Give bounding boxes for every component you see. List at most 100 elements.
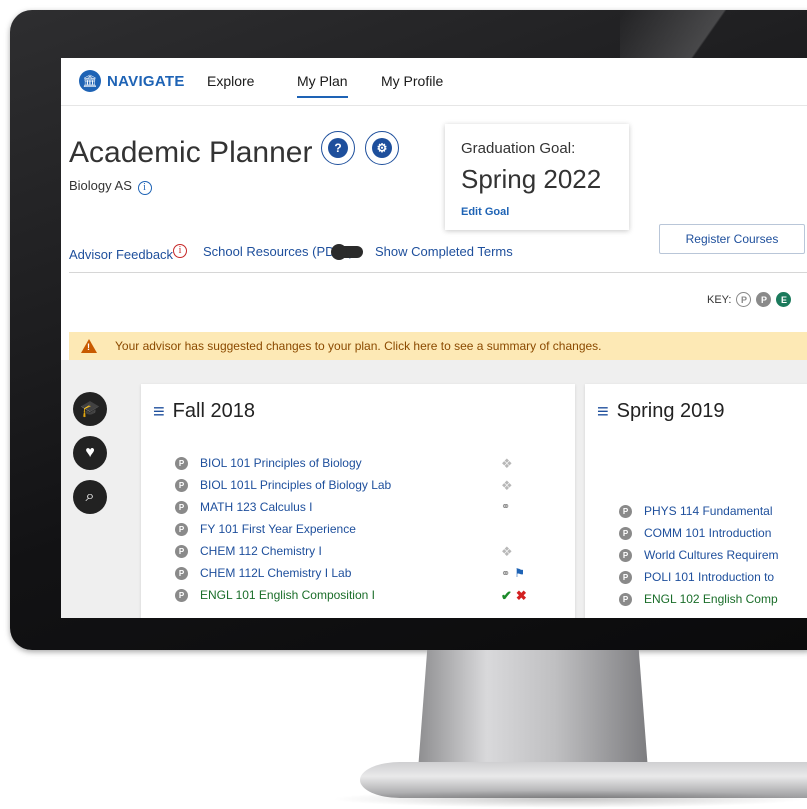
accept-check-icon[interactable]: ✔ bbox=[501, 588, 512, 604]
search-icon[interactable]: ⌕ bbox=[73, 480, 107, 514]
planned-badge: P bbox=[175, 456, 188, 470]
course-item[interactable]: P CHEM 112L Chemistry I Lab ⚭ ⚑ bbox=[175, 562, 525, 584]
divider bbox=[69, 272, 807, 273]
term-title: Spring 2019 bbox=[616, 400, 725, 422]
show-completed-toggle[interactable] bbox=[331, 244, 363, 260]
course-status-icons: ⚭ bbox=[501, 500, 510, 513]
advisor-feedback-link[interactable]: Advisor Feedback i bbox=[69, 244, 188, 262]
course-label: CHEM 112 Chemistry I bbox=[200, 544, 322, 558]
program-label: Biology AS bbox=[69, 178, 132, 193]
planned-badge: P bbox=[619, 592, 632, 606]
advisor-feedback-label: Advisor Feedback bbox=[69, 247, 174, 262]
course-item[interactable]: P CHEM 112 Chemistry I ❖ bbox=[175, 540, 513, 562]
course-label: BIOL 101 Principles of Biology bbox=[200, 456, 362, 470]
reject-x-icon[interactable]: ✖ bbox=[516, 588, 527, 604]
course-list: P BIOL 101 Principles of Biology ❖ P BIO… bbox=[175, 452, 527, 606]
course-item[interactable]: P POLI 101 Introduction to bbox=[619, 566, 779, 588]
course-label: POLI 101 Introduction to bbox=[644, 570, 775, 584]
course-status-icons: ❖ bbox=[501, 478, 513, 494]
program-name: Biology AS i bbox=[69, 178, 152, 195]
course-status-icons: ❖ bbox=[501, 456, 513, 472]
planned-badge: P bbox=[175, 588, 188, 602]
course-item[interactable]: P ENGL 101 English Composition I ✔ ✖ bbox=[175, 584, 527, 606]
stand-shadow bbox=[330, 790, 807, 808]
puzzle-icon[interactable]: ❖ bbox=[501, 478, 513, 494]
flag-icon[interactable]: ⚑ bbox=[514, 566, 525, 580]
link-icon[interactable]: ⚭ bbox=[501, 500, 510, 513]
course-label: CHEM 112L Chemistry I Lab bbox=[200, 566, 352, 580]
course-item[interactable]: P ENGL 102 English Comp bbox=[619, 588, 779, 610]
term-header: ≡ Fall 2018 bbox=[153, 400, 255, 423]
settings-button[interactable]: ⚙ bbox=[365, 131, 399, 165]
menu-icon[interactable]: ≡ bbox=[597, 402, 609, 422]
monitor-frame: 🏛 NAVIGATE Explore My Plan My Profile Ac… bbox=[10, 10, 807, 650]
graduation-cap-icon[interactable]: 🎓 bbox=[73, 392, 107, 426]
course-status-icons: ✔ ✖ bbox=[501, 588, 527, 604]
planned-badge: P bbox=[619, 504, 632, 518]
term-card-fall-2018: ≡ Fall 2018 P BIOL 101 Principles of Bio… bbox=[141, 384, 575, 618]
course-item[interactable]: P COMM 101 Introduction bbox=[619, 522, 779, 544]
puzzle-icon[interactable]: ❖ bbox=[501, 456, 513, 472]
course-label: MATH 123 Calculus I bbox=[200, 500, 313, 514]
planned-badge: P bbox=[175, 544, 188, 558]
side-toolbar: 🎓 ♥ ⌕ bbox=[73, 392, 107, 514]
course-status-icons: ⚭ ⚑ bbox=[501, 566, 525, 580]
course-label: ENGL 101 English Composition I bbox=[200, 588, 375, 602]
goal-value: Spring 2022 bbox=[461, 164, 602, 194]
course-item[interactable]: P BIOL 101L Principles of Biology Lab ❖ bbox=[175, 474, 513, 496]
help-button[interactable]: ? bbox=[321, 131, 355, 165]
course-label: COMM 101 Introduction bbox=[644, 526, 772, 540]
course-list: P PHYS 114 Fundamental P COMM 101 Introd… bbox=[619, 500, 779, 610]
planned-badge: P bbox=[619, 526, 632, 540]
planned-badge: P bbox=[175, 478, 188, 492]
term-card-spring-2019: ≡ Spring 2019 P PHYS 114 Fundamental P C… bbox=[585, 384, 807, 618]
alert-info-icon: i bbox=[173, 244, 188, 258]
heart-icon[interactable]: ♥ bbox=[73, 436, 107, 470]
course-label: World Cultures Requirem bbox=[644, 548, 779, 562]
nav-my-plan[interactable]: My Plan bbox=[297, 73, 348, 98]
show-completed-label: Show Completed Terms bbox=[375, 244, 513, 259]
key-label: KEY: bbox=[707, 293, 732, 306]
nav-my-profile[interactable]: My Profile bbox=[381, 73, 443, 89]
navigate-logo[interactable]: 🏛 NAVIGATE bbox=[79, 70, 185, 92]
course-item[interactable]: P FY 101 First Year Experience bbox=[175, 518, 391, 540]
puzzle-icon[interactable]: ❖ bbox=[501, 544, 513, 560]
term-title: Fall 2018 bbox=[172, 400, 255, 422]
planned-badge: P bbox=[619, 570, 632, 584]
monitor-stand-neck bbox=[418, 650, 648, 770]
course-status-icons: ❖ bbox=[501, 544, 513, 560]
course-item[interactable]: P PHYS 114 Fundamental bbox=[619, 500, 779, 522]
key-legend: KEY: P P E bbox=[707, 292, 792, 307]
alert-text: Your advisor has suggested changes to yo… bbox=[115, 339, 602, 353]
app-screen: 🏛 NAVIGATE Explore My Plan My Profile Ac… bbox=[61, 58, 807, 618]
logo-text: NAVIGATE bbox=[107, 72, 185, 90]
link-icon[interactable]: ⚭ bbox=[501, 567, 510, 580]
planned-badge: P bbox=[175, 500, 188, 514]
course-label: ENGL 102 English Comp bbox=[644, 592, 778, 606]
register-courses-button[interactable]: Register Courses bbox=[659, 224, 805, 254]
advisor-changes-alert[interactable]: ! Your advisor has suggested changes to … bbox=[69, 332, 807, 360]
nav-explore[interactable]: Explore bbox=[207, 73, 254, 89]
gear-icon: ⚙ bbox=[372, 138, 392, 158]
info-icon[interactable]: i bbox=[137, 181, 152, 195]
question-icon: ? bbox=[328, 138, 348, 158]
course-item[interactable]: P World Cultures Requirem bbox=[619, 544, 779, 566]
planned-badge: P bbox=[756, 292, 772, 307]
goal-label: Graduation Goal: bbox=[461, 140, 576, 157]
edit-goal-link[interactable]: Edit Goal bbox=[461, 206, 509, 218]
course-label: PHYS 114 Fundamental bbox=[644, 504, 773, 518]
graduation-goal-card: Graduation Goal: Spring 2022 Edit Goal bbox=[445, 124, 629, 230]
course-item[interactable]: P MATH 123 Calculus I ⚭ bbox=[175, 496, 510, 518]
planned-badge: P bbox=[175, 566, 188, 580]
top-nav: 🏛 NAVIGATE Explore My Plan My Profile bbox=[61, 58, 807, 106]
planned-outline-badge: P bbox=[736, 292, 752, 307]
course-item[interactable]: P BIOL 101 Principles of Biology ❖ bbox=[175, 452, 513, 474]
institution-icon: 🏛 bbox=[79, 70, 101, 92]
enrolled-badge: E bbox=[776, 292, 792, 307]
planned-badge: P bbox=[619, 548, 632, 562]
menu-icon[interactable]: ≡ bbox=[153, 402, 165, 422]
planned-badge: P bbox=[175, 522, 188, 536]
term-header: ≡ Spring 2019 bbox=[597, 400, 725, 423]
page-title: Academic Planner bbox=[69, 136, 313, 169]
course-label: BIOL 101L Principles of Biology Lab bbox=[200, 478, 392, 492]
